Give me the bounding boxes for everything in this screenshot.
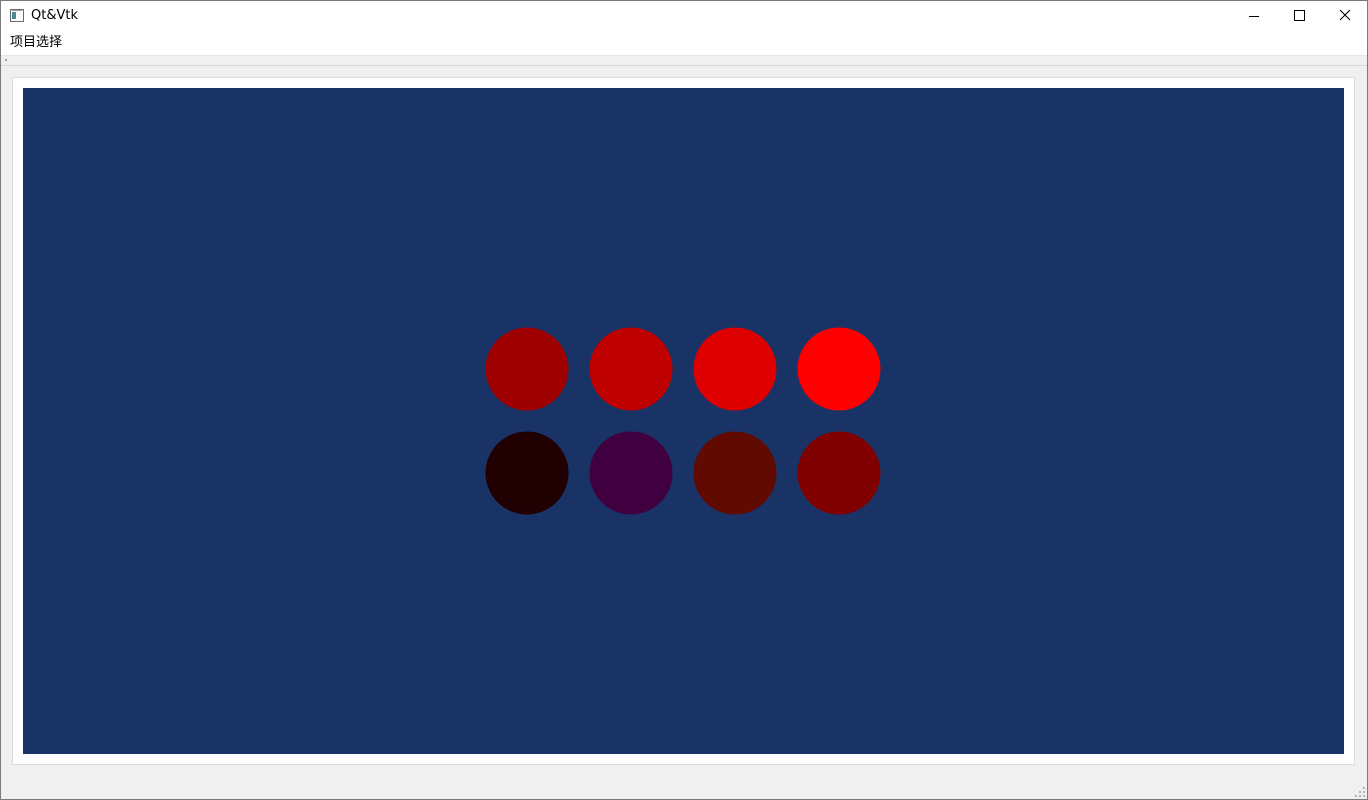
close-icon bbox=[1339, 9, 1351, 21]
window-title: Qt&Vtk bbox=[31, 8, 78, 23]
minimize-button[interactable] bbox=[1231, 1, 1277, 31]
toolbar bbox=[1, 55, 1367, 66]
menu-bar: 项目选择 bbox=[1, 31, 1367, 55]
sphere-r1-c3 bbox=[797, 431, 881, 515]
sphere-r1-c2 bbox=[693, 431, 777, 515]
title-bar[interactable]: Qt&Vtk bbox=[1, 1, 1367, 31]
app-icon bbox=[10, 9, 24, 22]
maximize-icon bbox=[1294, 10, 1305, 21]
sphere-r0-c0 bbox=[485, 327, 569, 411]
sphere-r0-c3 bbox=[797, 327, 881, 411]
sphere-r1-c1 bbox=[589, 431, 673, 515]
toolbar-handle[interactable] bbox=[5, 59, 7, 61]
menu-project-select[interactable]: 项目选择 bbox=[5, 33, 67, 53]
main-window: Qt&Vtk 项目选择 bbox=[0, 0, 1368, 800]
minimize-icon bbox=[1249, 16, 1259, 17]
sphere-r1-c0 bbox=[485, 431, 569, 515]
sphere-r0-c1 bbox=[589, 327, 673, 411]
maximize-button[interactable] bbox=[1276, 1, 1322, 31]
vtk-render-view[interactable] bbox=[23, 88, 1344, 754]
sphere-r0-c2 bbox=[693, 327, 777, 411]
sphere-scene bbox=[485, 327, 881, 515]
size-grip-icon[interactable] bbox=[1355, 787, 1365, 797]
close-button[interactable] bbox=[1322, 1, 1367, 31]
